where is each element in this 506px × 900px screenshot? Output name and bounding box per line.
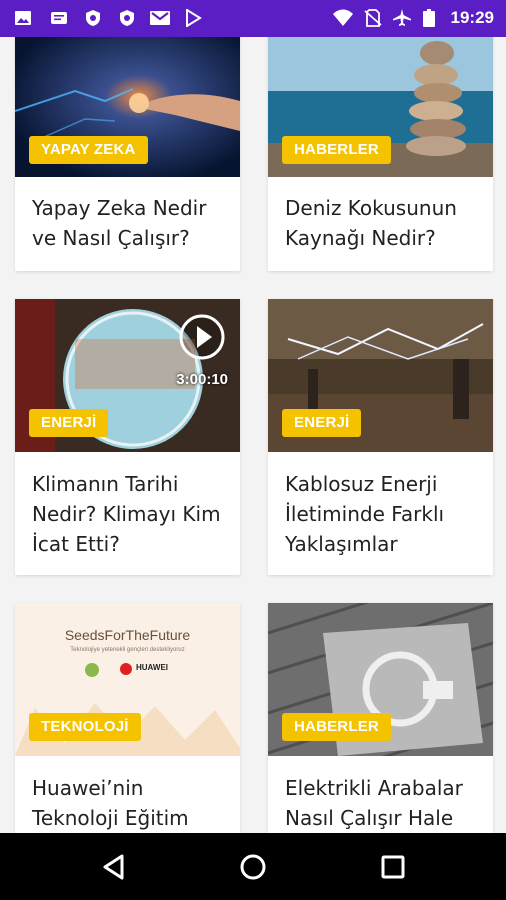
message-icon: [51, 12, 67, 24]
wifi-icon: [333, 9, 353, 26]
article-title[interactable]: Huawei’nin Teknoloji Eğitim: [32, 773, 228, 833]
image-subline: Teknolojiye yetenekli gençleri destekliy…: [70, 647, 185, 653]
article-card[interactable]: HABERLER Deniz Kokusunun Kaynağı Nedir?: [268, 37, 493, 271]
shield-icon: [86, 10, 100, 26]
recents-icon[interactable]: [376, 850, 410, 884]
no-sim-icon: [364, 9, 382, 27]
battery-icon: [423, 9, 435, 27]
back-icon[interactable]: [97, 850, 131, 884]
play-icon[interactable]: [178, 313, 226, 361]
video-duration: 3:00:10: [176, 371, 228, 388]
image-icon: [15, 11, 31, 25]
article-card[interactable]: ENERJİ Kablosuz Enerji İletiminde Farklı…: [268, 299, 493, 575]
huawei-brand: HUAWEI: [136, 663, 168, 672]
category-badge[interactable]: TEKNOLOJİ: [29, 713, 141, 741]
status-bar: 19:29: [0, 0, 506, 37]
navigation-bar: [0, 833, 506, 900]
category-badge[interactable]: HABERLER: [282, 713, 391, 741]
airplane-icon: [393, 9, 411, 26]
article-title[interactable]: Kablosuz Enerji İletiminde Farklı Yaklaş…: [285, 469, 481, 559]
category-badge[interactable]: HABERLER: [282, 136, 391, 164]
article-title[interactable]: Klimanın Tarihi Nedir? Klimayı Kim İcat …: [32, 469, 228, 559]
clock: 19:29: [450, 8, 494, 27]
shield-icon: [120, 10, 134, 26]
article-card[interactable]: YAPAY ZEKA Yapay Zeka Nedir ve Nasıl Çal…: [15, 37, 240, 271]
home-icon[interactable]: [236, 850, 270, 884]
category-badge[interactable]: YAPAY ZEKA: [29, 136, 148, 164]
article-card[interactable]: SeedsForTheFuture Teknolojiye yetenekli …: [15, 603, 240, 833]
article-title[interactable]: Deniz Kokusunun Kaynağı Nedir?: [285, 193, 481, 253]
article-card[interactable]: 3:00:10 ENERJİ Klimanın Tarihi Nedir? Kl…: [15, 299, 240, 575]
category-badge[interactable]: ENERJİ: [29, 409, 109, 437]
play-store-icon: [186, 9, 202, 27]
seeds-logo-icon: [85, 663, 99, 677]
huawei-logo-icon: [120, 663, 132, 675]
gmail-icon: [150, 11, 170, 25]
category-badge[interactable]: ENERJİ: [282, 409, 362, 437]
article-title[interactable]: Yapay Zeka Nedir ve Nasıl Çalışır?: [32, 193, 228, 253]
article-card[interactable]: HABERLER Elektrikli Arabalar Nasıl Çalış…: [268, 603, 493, 833]
article-title[interactable]: Elektrikli Arabalar Nasıl Çalışır Hale: [285, 773, 481, 833]
article-grid: YAPAY ZEKA Yapay Zeka Nedir ve Nasıl Çal…: [0, 37, 506, 833]
image-headline: SeedsForTheFuture: [64, 627, 191, 643]
